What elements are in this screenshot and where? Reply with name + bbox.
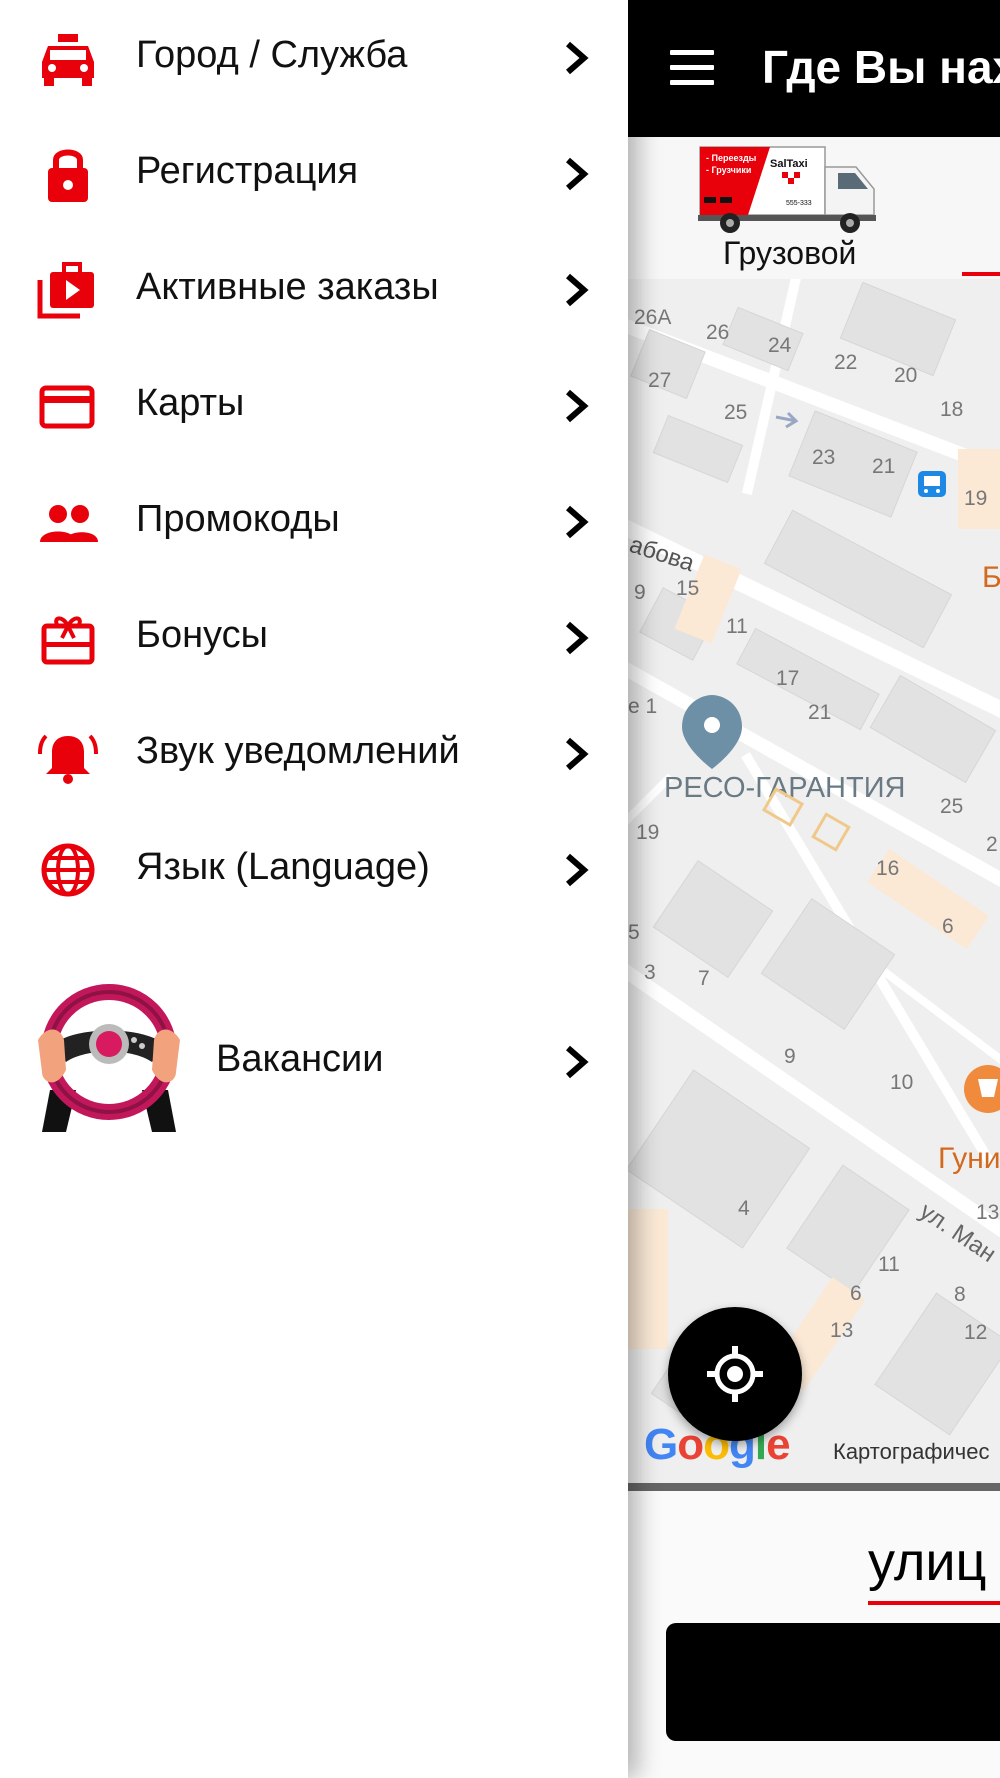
menu-item-city-service[interactable]: Город / Служба	[0, 0, 628, 116]
truck-brand: SalTaxi	[770, 158, 808, 170]
svg-text:19: 19	[636, 821, 659, 844]
menu-item-label: Бонусы	[136, 614, 268, 656]
truck-phone: 555-333	[786, 200, 812, 207]
chevron-right-icon	[566, 157, 589, 191]
map-attribution[interactable]: Картографичес	[833, 1439, 989, 1465]
address-underline	[868, 1601, 1000, 1605]
gift-card-icon	[41, 616, 95, 665]
chevron-right-icon	[566, 737, 589, 771]
svg-text:19: 19	[964, 487, 987, 510]
menu-item-label: Промокоды	[136, 498, 340, 540]
svg-text:27: 27	[648, 369, 671, 392]
svg-text:6: 6	[850, 1282, 862, 1305]
people-icon	[40, 505, 98, 542]
svg-text:6: 6	[942, 915, 954, 938]
chevron-right-icon	[566, 389, 589, 423]
lock-icon	[48, 149, 88, 202]
svg-text:9: 9	[784, 1045, 796, 1068]
svg-text:23: 23	[812, 446, 835, 469]
navigation-drawer: Город / Служба Регистрация Активные зака…	[0, 0, 628, 1778]
menu-item-active-orders[interactable]: Активные заказы	[0, 232, 628, 348]
menu-item-label: Активные заказы	[136, 266, 439, 308]
menu-item-label: Звук уведомлений	[136, 730, 460, 772]
svg-text:26: 26	[706, 321, 729, 344]
menu-item-label: Карты	[136, 382, 245, 424]
credit-card-icon	[39, 385, 95, 429]
my-location-button[interactable]	[668, 1307, 802, 1441]
svg-text:20: 20	[894, 364, 917, 387]
svg-text:8: 8	[954, 1283, 966, 1306]
svg-text:7: 7	[698, 967, 710, 990]
svg-text:25: 25	[724, 401, 747, 424]
svg-text:е 1: е 1	[628, 695, 657, 718]
chevron-right-icon	[566, 853, 589, 887]
svg-text:9: 9	[634, 581, 646, 604]
svg-text:15: 15	[676, 577, 699, 600]
svg-text:2: 2	[986, 833, 998, 856]
svg-text:26A: 26A	[634, 306, 671, 329]
svg-text:3: 3	[644, 961, 656, 984]
service-tab-indicator	[962, 272, 1000, 276]
svg-text:16: 16	[876, 857, 899, 880]
chevron-right-icon	[566, 621, 589, 655]
chevron-right-icon	[566, 273, 589, 307]
svg-text:17: 17	[776, 667, 799, 690]
map-divider	[628, 1483, 1000, 1491]
poi-label: РЕСО-ГАРАНТИЯ	[664, 772, 906, 804]
svg-text:Гуни: Гуни	[938, 1142, 1000, 1175]
menu-item-bonuses[interactable]: Бонусы	[0, 580, 628, 696]
service-label: Грузовой	[723, 235, 857, 271]
svg-text:11: 11	[726, 615, 748, 638]
cargo-truck-image: - Переезды - Грузчики SalTaxi 555-333	[698, 146, 876, 233]
main-screen: Где Вы нах - Переезды - Грузчики SalTaxi…	[628, 0, 1000, 1778]
menu-item-vacancies[interactable]: Вакансии	[0, 972, 628, 1158]
menu-item-label: Город / Служба	[136, 34, 408, 76]
crosshair-icon	[707, 1346, 763, 1402]
svg-text:11: 11	[878, 1253, 900, 1276]
steering-wheel-icon	[38, 984, 180, 1132]
svg-text:5: 5	[628, 921, 640, 944]
hamburger-menu-icon[interactable]	[670, 50, 714, 86]
app-bar: Где Вы нах	[628, 0, 1000, 137]
bell-ring-icon	[38, 734, 98, 784]
svg-text:12: 12	[964, 1321, 987, 1344]
truck-banner-line-2: - Грузчики	[706, 165, 751, 175]
chevron-right-icon	[566, 505, 589, 539]
truck-banner-line-1: - Переезды	[706, 153, 757, 163]
order-button[interactable]	[666, 1623, 1000, 1741]
menu-item-label: Регистрация	[136, 150, 359, 192]
map-canvas: 26A 26 24 22 20 27 25 18 23 21 19 9 15 1…	[628, 279, 1000, 1483]
map-view[interactable]: 26A 26 24 22 20 27 25 18 23 21 19 9 15 1…	[628, 279, 1000, 1483]
address-input[interactable]: улиц	[868, 1531, 986, 1593]
chevron-right-icon	[566, 1045, 589, 1079]
bus-stop-icon	[918, 471, 946, 497]
svg-text:4: 4	[738, 1197, 750, 1220]
svg-text:24: 24	[768, 334, 792, 357]
svg-text:13: 13	[976, 1201, 999, 1224]
chevron-right-icon	[566, 41, 589, 75]
svg-text:Б: Б	[982, 561, 1000, 594]
app-title: Где Вы нах	[762, 41, 1000, 93]
svg-text:22: 22	[834, 351, 857, 374]
menu-item-promocodes[interactable]: Промокоды	[0, 464, 628, 580]
address-panel: улиц	[628, 1491, 1000, 1778]
menu-item-registration[interactable]: Регистрация	[0, 116, 628, 232]
menu-item-language[interactable]: Язык (Language)	[0, 812, 628, 928]
svg-text:25: 25	[940, 795, 963, 818]
svg-text:13: 13	[830, 1319, 853, 1342]
menu-item-label: Вакансии	[216, 1038, 384, 1080]
svg-text:18: 18	[940, 398, 963, 421]
menu-item-notification-sound[interactable]: Звук уведомлений	[0, 696, 628, 812]
service-selector[interactable]: - Переезды - Грузчики SalTaxi 555-333 Гр…	[628, 137, 1000, 279]
globe-icon	[41, 843, 95, 897]
menu-item-cards[interactable]: Карты	[0, 348, 628, 464]
svg-text:21: 21	[808, 701, 831, 724]
svg-text:10: 10	[890, 1071, 913, 1094]
play-queue-icon	[37, 262, 94, 319]
menu-item-label: Язык (Language)	[136, 846, 430, 888]
taxi-car-icon	[42, 34, 94, 86]
svg-text:21: 21	[872, 455, 895, 478]
